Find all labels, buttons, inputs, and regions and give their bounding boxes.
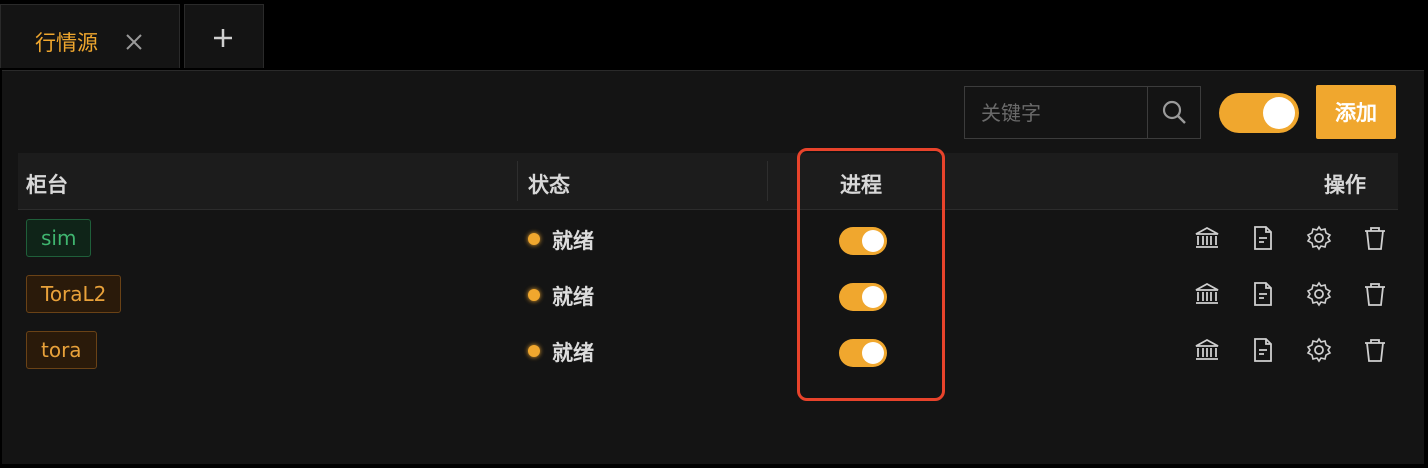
status-text: 就绪 (552, 341, 594, 365)
tab-bar: 行情源 (0, 0, 1428, 70)
header-status: 状态 (528, 173, 570, 197)
bank-icon[interactable] (1194, 225, 1220, 251)
header-divider (517, 161, 518, 201)
status-dot (528, 289, 540, 301)
close-icon[interactable] (124, 32, 144, 52)
search-icon (1162, 100, 1186, 124)
table-row: sim 就绪 (18, 213, 1398, 269)
status-dot (528, 233, 540, 245)
process-toggle[interactable] (839, 283, 887, 311)
status-text: 就绪 (552, 229, 594, 253)
document-icon[interactable] (1250, 337, 1276, 363)
toggle-knob (862, 286, 884, 308)
counter-tag: ToraL2 (26, 275, 122, 313)
search-input[interactable] (965, 87, 1147, 138)
tab-market-source[interactable]: 行情源 (0, 4, 180, 68)
header-divider (767, 161, 768, 201)
header-counter: 柜台 (26, 173, 68, 197)
tab-label: 行情源 (35, 31, 98, 55)
status-dot (528, 345, 540, 357)
gear-icon[interactable] (1306, 281, 1332, 307)
add-button[interactable]: 添加 (1316, 85, 1396, 139)
header-process: 进程 (840, 173, 882, 197)
master-toggle[interactable] (1219, 93, 1299, 133)
plus-icon[interactable] (211, 26, 235, 50)
gear-icon[interactable] (1306, 337, 1332, 363)
table-header: 柜台 状态 进程 操作 (18, 153, 1398, 210)
trash-icon[interactable] (1362, 225, 1388, 251)
header-actions: 操作 (1324, 173, 1366, 197)
toggle-knob (862, 230, 884, 252)
trash-icon[interactable] (1362, 337, 1388, 363)
process-toggle[interactable] (839, 339, 887, 367)
bank-icon[interactable] (1194, 281, 1220, 307)
status-text: 就绪 (552, 285, 594, 309)
trash-icon[interactable] (1362, 281, 1388, 307)
counter-tag: tora (26, 331, 97, 369)
counter-tag: sim (26, 219, 92, 257)
gear-icon[interactable] (1306, 225, 1332, 251)
table-row: ToraL2 就绪 (18, 269, 1398, 325)
search-button[interactable] (1147, 87, 1200, 138)
table-row: tora 就绪 (18, 325, 1398, 381)
process-toggle[interactable] (839, 227, 887, 255)
toggle-knob (1263, 97, 1295, 129)
search-box (964, 86, 1201, 139)
bank-icon[interactable] (1194, 337, 1220, 363)
toggle-knob (862, 342, 884, 364)
document-icon[interactable] (1250, 281, 1276, 307)
document-icon[interactable] (1250, 225, 1276, 251)
